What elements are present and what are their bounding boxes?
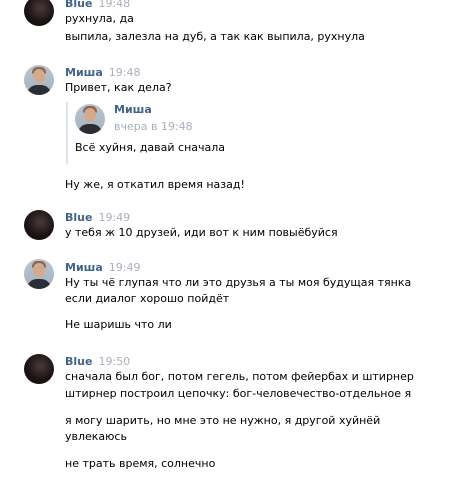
avatar-misha[interactable] <box>24 259 54 289</box>
message-header: Blue 19:49 <box>65 211 130 224</box>
message-header: Миша 19:49 <box>65 261 140 274</box>
avatar-blue[interactable] <box>24 354 54 384</box>
timestamp[interactable]: 19:48 <box>98 0 130 10</box>
message-header: Blue 19:50 <box>65 355 130 368</box>
message-text: у тебя ж 10 друзей, иди вот к ним повыёб… <box>65 226 338 239</box>
forwarded-timestamp[interactable]: вчера в 19:48 <box>114 120 193 133</box>
message-text: выпила, залезла на дуб, а так как выпила… <box>65 30 365 43</box>
message-header: Blue 19:48 <box>65 0 130 10</box>
message-text: Ну же, я откатил время назад! <box>65 178 245 191</box>
author-name[interactable]: Blue <box>65 0 92 10</box>
message-text: увлекаюсь <box>65 430 127 443</box>
author-name[interactable]: Миша <box>65 66 103 79</box>
author-name[interactable]: Миша <box>65 261 103 274</box>
message-text: сначала был бог, потом гегель, потом фей… <box>65 370 414 383</box>
message-text: рухнула, да <box>65 12 134 25</box>
avatar-blue[interactable] <box>24 0 54 26</box>
message-text: Ну ты чё глупая что ли это друзья а ты м… <box>65 276 412 289</box>
author-name[interactable]: Blue <box>65 211 92 224</box>
forwarded-text: Всё хуйня, давай сначала <box>75 141 226 154</box>
avatar-misha[interactable] <box>24 65 54 95</box>
timestamp[interactable]: 19:50 <box>98 355 130 368</box>
message-text: я могу шарить, но мне это не нужно, я др… <box>65 414 381 427</box>
author-name[interactable]: Blue <box>65 355 92 368</box>
timestamp[interactable]: 19:49 <box>109 261 141 274</box>
message-header: Миша 19:48 <box>65 66 140 79</box>
message-text: Не шаришь что ли <box>65 318 172 331</box>
forwarded-author-name[interactable]: Миша <box>114 103 152 116</box>
message-text: если диалог хорошо пойдёт <box>65 292 230 305</box>
timestamp[interactable]: 19:49 <box>98 211 130 224</box>
forwarded-avatar[interactable] <box>75 104 105 134</box>
message-text: не трать время, солнечно <box>65 457 216 470</box>
avatar-blue[interactable] <box>24 210 54 240</box>
forwarded-message-bar <box>66 102 68 164</box>
timestamp[interactable]: 19:48 <box>109 66 141 79</box>
message-text: Привет, как дела? <box>65 81 172 94</box>
message-text: штирнер построил цепочку: бог-человечест… <box>65 387 412 400</box>
